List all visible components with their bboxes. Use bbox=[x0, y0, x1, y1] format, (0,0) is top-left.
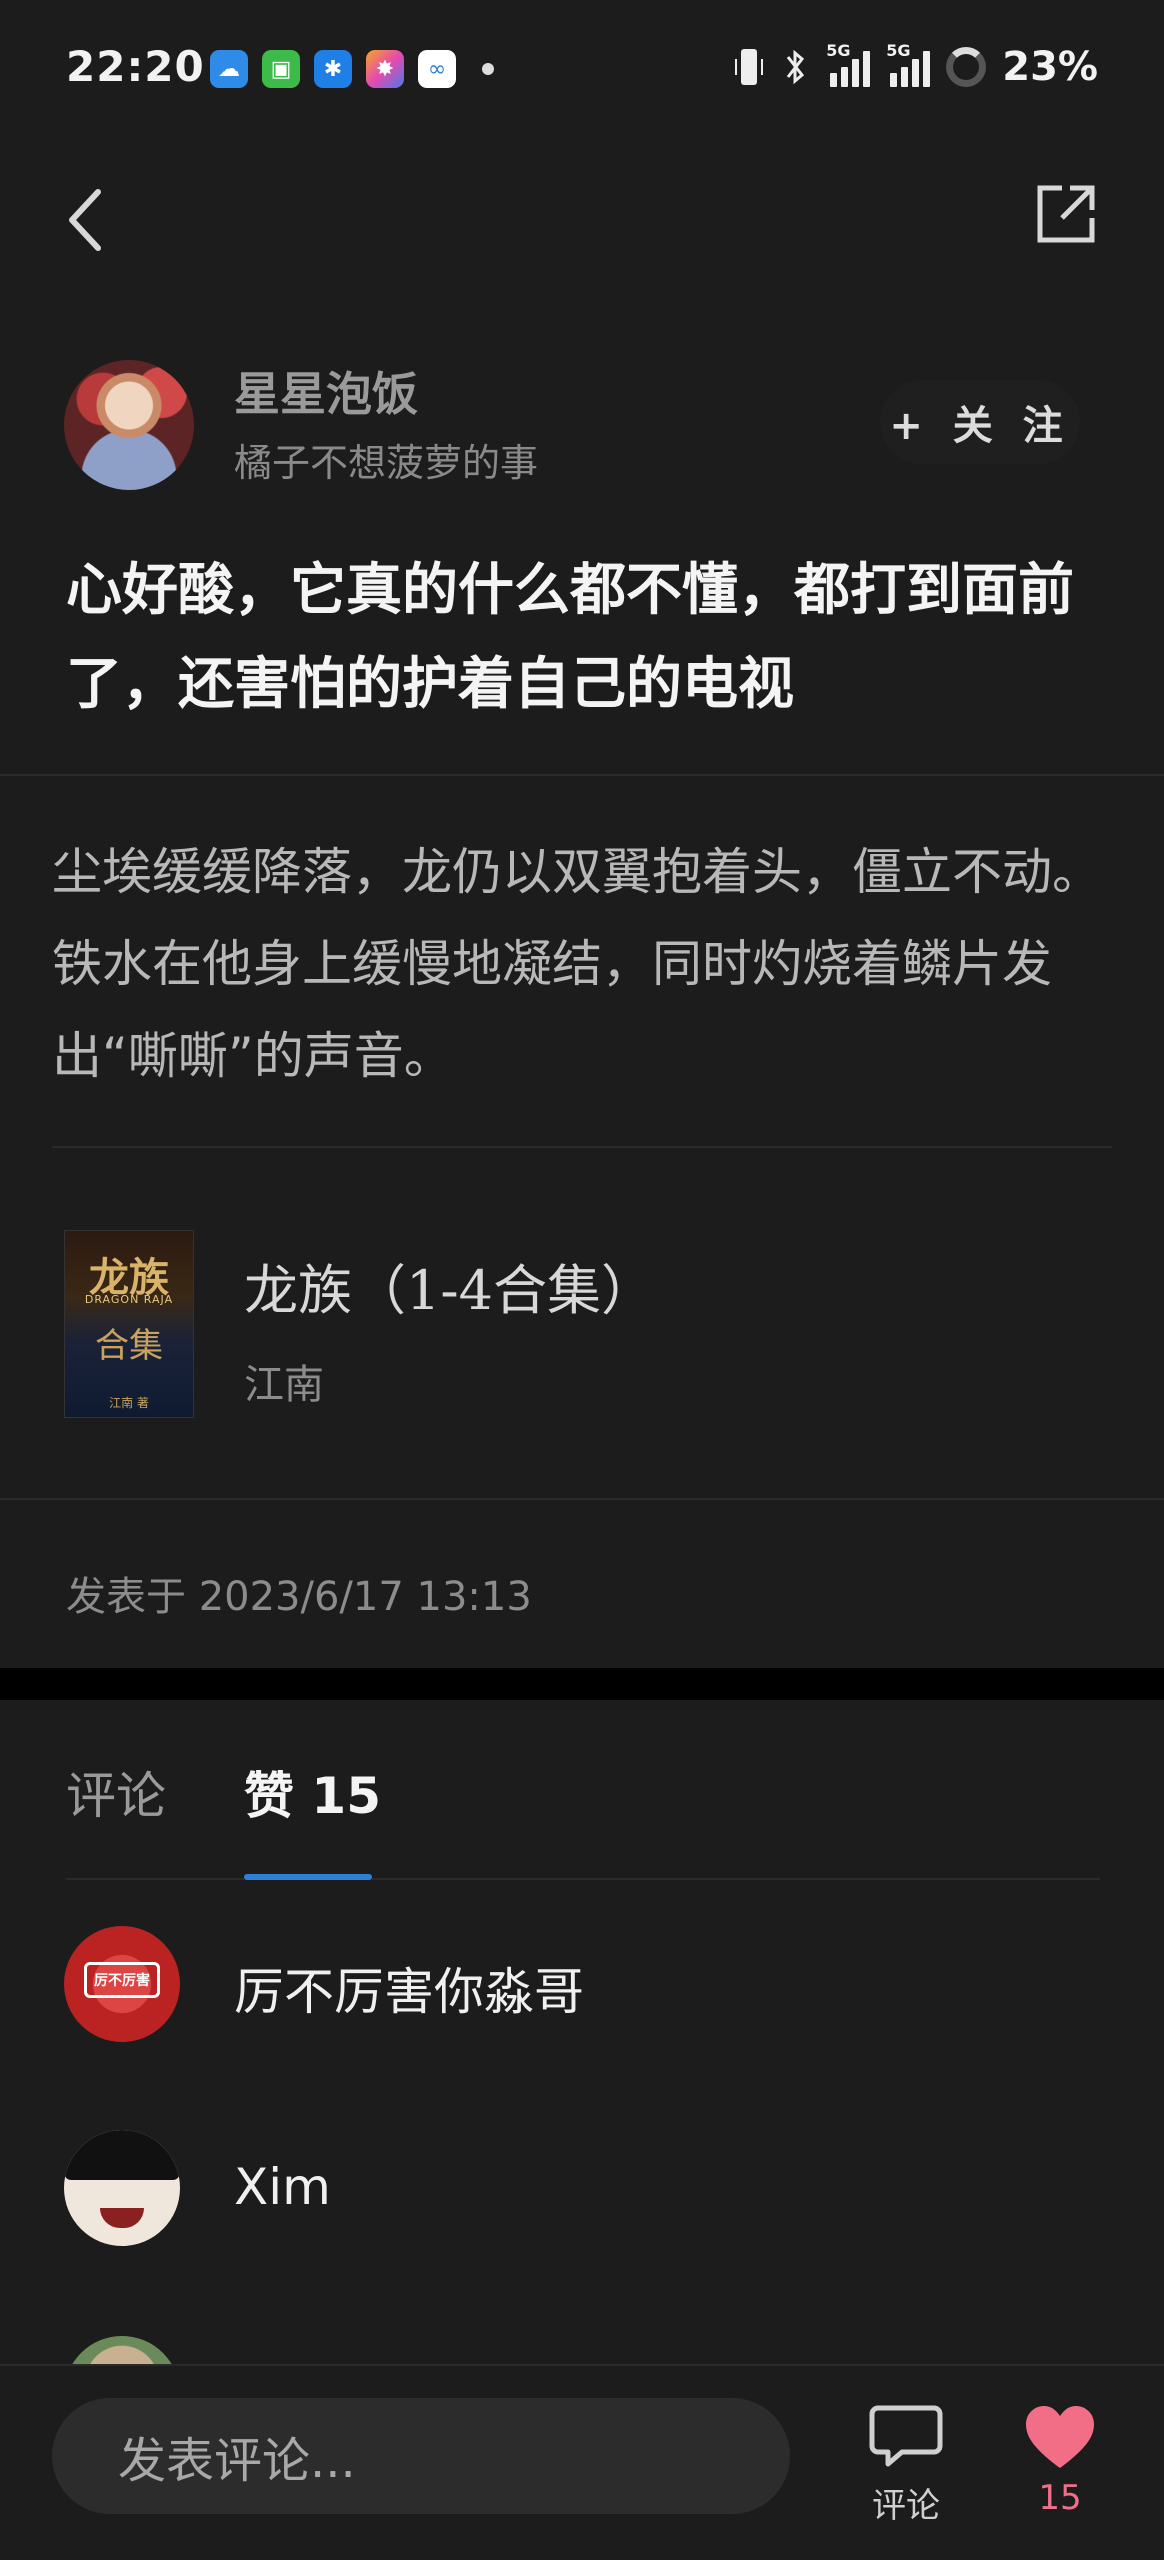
alipay-app-icon: ✱ bbox=[314, 50, 352, 88]
comment-button-label: 评论 bbox=[872, 2486, 940, 2526]
share-icon[interactable] bbox=[1030, 180, 1100, 250]
like-count: 15 bbox=[1038, 2478, 1082, 2518]
active-tab-indicator bbox=[244, 1874, 372, 1880]
divider bbox=[0, 1498, 1164, 1500]
post-date: 发表于 2023/6/17 13:13 bbox=[66, 1574, 532, 1620]
like-button[interactable]: 15 bbox=[1010, 2396, 1110, 2526]
author-name[interactable]: 星星泡饭 bbox=[234, 358, 418, 424]
book-cover[interactable]: 龙族 DRAGON RAJA 合集 江南 著 bbox=[64, 1230, 194, 1418]
quoted-excerpt: 尘埃缓缓降落，龙仍以双翼抱着头，僵立不动。铁水在他身上缓慢地凝结，同时灼烧着鳞片… bbox=[52, 843, 1102, 1085]
book-author: 江南 bbox=[244, 1362, 324, 1408]
signal-icon-2: 5G bbox=[886, 41, 931, 87]
more-notifications-icon bbox=[482, 63, 494, 75]
notification-icons: ☁ ▣ ✱ ✸ ∞ bbox=[210, 50, 494, 88]
liker-avatar[interactable]: 厉不厉害 bbox=[64, 1926, 180, 2042]
comment-icon bbox=[869, 2405, 943, 2467]
tab-comments[interactable]: 评论 bbox=[66, 1756, 166, 1828]
comment-button[interactable]: 评论 bbox=[856, 2396, 956, 2526]
comment-input[interactable]: 发表评论... bbox=[52, 2398, 790, 2514]
status-indicators: 5G 5G 23% bbox=[734, 41, 1098, 90]
cover-subtitle: DRAGON RAJA bbox=[84, 1293, 174, 1306]
gallery-app-icon: ✸ bbox=[366, 50, 404, 88]
bluetooth-icon bbox=[787, 49, 805, 85]
liker-name[interactable]: Xim bbox=[234, 2158, 331, 2216]
network-type-1: 5G bbox=[826, 41, 851, 60]
follow-button[interactable]: + 关 注 bbox=[880, 380, 1080, 464]
author-avatar[interactable] bbox=[64, 360, 194, 490]
avatar-text: 厉不厉害 bbox=[94, 1973, 150, 1989]
battery-percent: 23% bbox=[1002, 44, 1098, 90]
post-text: 心好酸，它真的什么都不懂，都打到面前了，还害怕的护着自己的电视 bbox=[66, 558, 1074, 717]
cover-author: 江南 著 bbox=[109, 1396, 149, 1410]
liker-avatar[interactable] bbox=[64, 2130, 180, 2246]
divider bbox=[52, 1146, 1112, 1148]
back-icon[interactable] bbox=[56, 180, 116, 260]
weather-app-icon: ☁ bbox=[210, 50, 248, 88]
book-title[interactable]: 龙族（1-4合集） bbox=[244, 1246, 655, 1325]
divider bbox=[66, 1878, 1100, 1880]
tab-likes[interactable]: 赞 15 bbox=[244, 1756, 381, 1828]
signal-icon-1: 5G bbox=[826, 41, 871, 87]
cloud-app-icon: ∞ bbox=[418, 50, 456, 88]
heart-icon bbox=[1026, 2406, 1094, 2468]
divider bbox=[0, 774, 1164, 776]
section-separator bbox=[0, 1668, 1164, 1700]
vibrate-icon bbox=[735, 49, 764, 85]
network-type-2: 5G bbox=[886, 41, 911, 60]
author-subtitle: 橘子不想菠萝的事 bbox=[234, 441, 539, 485]
status-bar: 22:20 ☁ ▣ ✱ ✸ ∞ 5G 5G 23% bbox=[0, 0, 1164, 140]
shopping-app-icon: ▣ bbox=[262, 50, 300, 88]
liker-name[interactable]: 厉不厉害你淼哥 bbox=[234, 1952, 584, 2024]
cover-heading: 合集 bbox=[95, 1326, 163, 1366]
battery-icon bbox=[946, 47, 987, 87]
status-time: 22:20 bbox=[66, 42, 205, 91]
